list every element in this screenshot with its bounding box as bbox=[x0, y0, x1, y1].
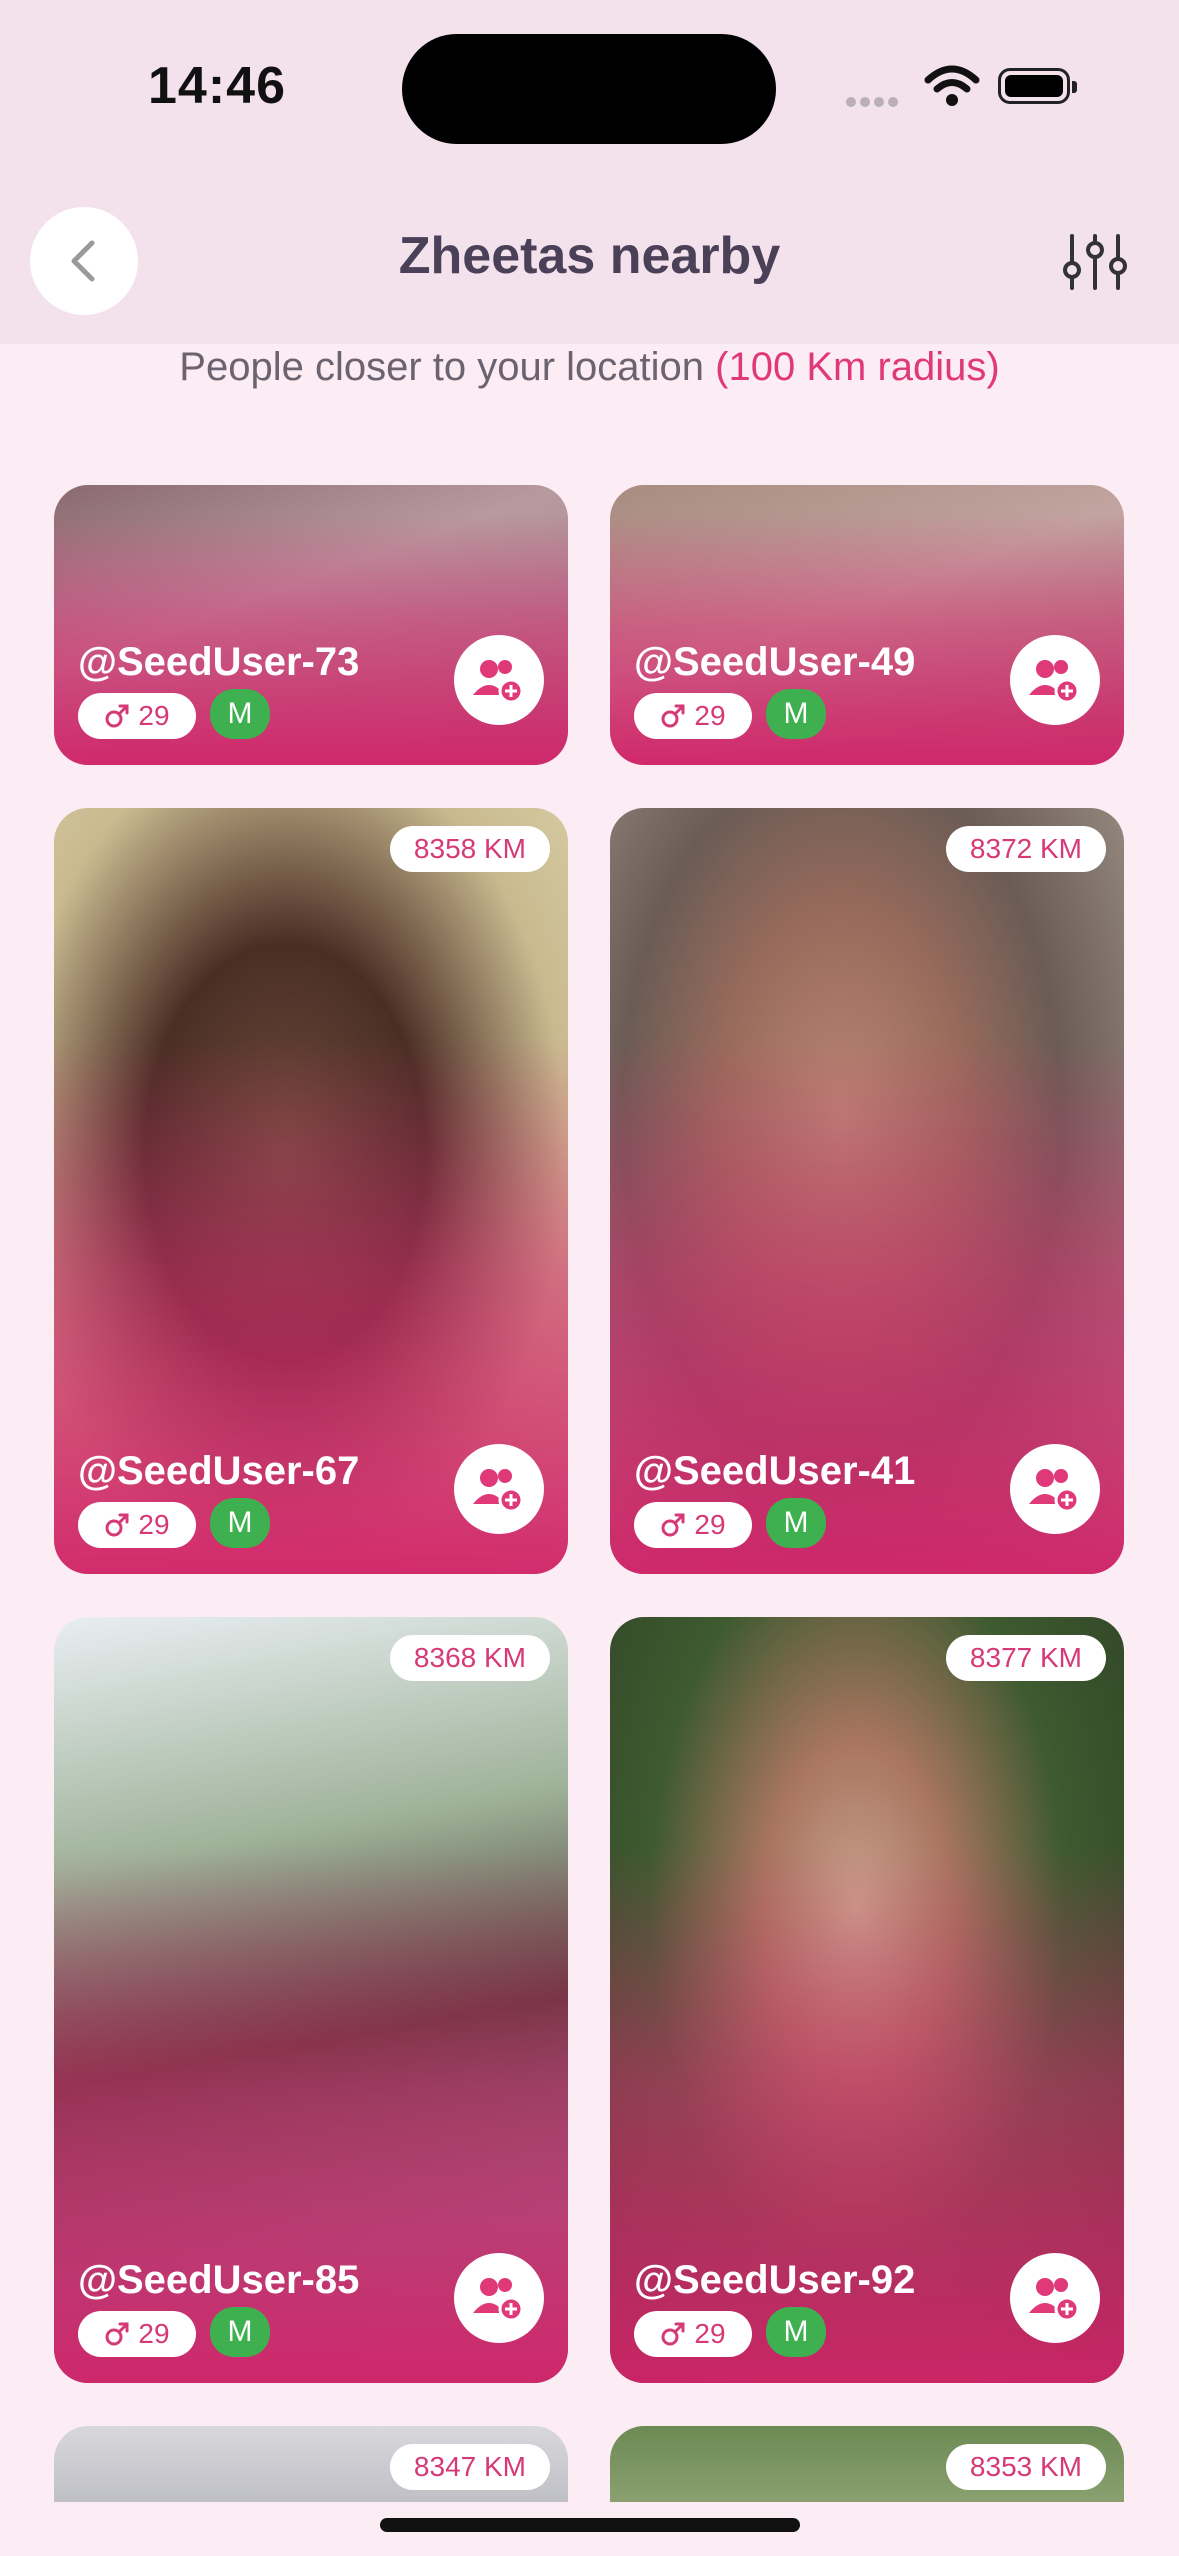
distance-badge: 8347 KM bbox=[389, 2444, 550, 2490]
username: @SeedUser-92 bbox=[634, 2258, 916, 2302]
add-friend-icon bbox=[1029, 2278, 1080, 2322]
distance-badge: 8368 KM bbox=[389, 1635, 550, 1681]
male-icon bbox=[661, 704, 685, 728]
page-title: Zheetas nearby bbox=[398, 227, 781, 285]
age-pill: 29 bbox=[634, 1502, 752, 1548]
gender-badge: M bbox=[210, 689, 270, 739]
username: @SeedUser-85 bbox=[78, 2258, 360, 2302]
age-pill: 29 bbox=[78, 2311, 196, 2357]
distance-badge: 8358 KM bbox=[389, 826, 550, 872]
add-friend-button[interactable] bbox=[454, 635, 544, 725]
age-value: 29 bbox=[694, 700, 726, 731]
add-friend-button[interactable] bbox=[454, 2253, 544, 2343]
battery-icon bbox=[998, 68, 1077, 104]
age-pill: 29 bbox=[78, 1502, 196, 1548]
age-value: 29 bbox=[138, 700, 170, 731]
add-friend-button[interactable] bbox=[1010, 1444, 1100, 1534]
username: @SeedUser-49 bbox=[634, 640, 916, 684]
add-friend-button[interactable] bbox=[1010, 635, 1100, 725]
user-card[interactable]: @SeedUser-49 29 M bbox=[610, 485, 1124, 765]
add-friend-icon bbox=[473, 2278, 524, 2322]
username: @SeedUser-67 bbox=[78, 1449, 360, 1493]
user-card[interactable]: @SeedUser-73 29 M bbox=[54, 485, 568, 765]
cellular-signal-icon bbox=[846, 94, 902, 112]
add-friend-icon bbox=[473, 1469, 524, 1513]
age-pill: 29 bbox=[78, 693, 196, 739]
user-card[interactable]: 8377 KM @SeedUser-92 29 M bbox=[610, 1617, 1124, 2383]
add-friend-icon bbox=[473, 660, 524, 704]
male-icon bbox=[105, 704, 129, 728]
add-friend-button[interactable] bbox=[1010, 2253, 1100, 2343]
location-subtitle: People closer to your location (100 Km r… bbox=[0, 345, 1179, 390]
male-icon bbox=[105, 1513, 129, 1537]
radius-text: (100 Km radius) bbox=[715, 345, 1000, 389]
user-card[interactable]: 8358 KM @SeedUser-67 29 M bbox=[54, 808, 568, 1574]
male-icon bbox=[661, 2322, 685, 2346]
gender-badge: M bbox=[766, 689, 826, 739]
top-bar: 14:46 Zheetas nearby bbox=[0, 0, 1179, 344]
age-value: 29 bbox=[694, 1509, 726, 1540]
add-friend-button[interactable] bbox=[454, 1444, 544, 1534]
subtitle-text: People closer to your location bbox=[179, 345, 705, 389]
home-indicator[interactable] bbox=[380, 2518, 800, 2532]
age-value: 29 bbox=[138, 1509, 170, 1540]
gender-badge: M bbox=[210, 1498, 270, 1548]
age-pill: 29 bbox=[634, 693, 752, 739]
male-icon bbox=[661, 1513, 685, 1537]
distance-badge: 8372 KM bbox=[945, 826, 1106, 872]
user-card[interactable]: 8368 KM @SeedUser-85 29 M bbox=[54, 1617, 568, 2383]
username: @SeedUser-41 bbox=[634, 1449, 916, 1493]
add-friend-icon bbox=[1029, 660, 1080, 704]
age-pill: 29 bbox=[634, 2311, 752, 2357]
filter-button[interactable] bbox=[1060, 232, 1130, 297]
username: @SeedUser-73 bbox=[78, 640, 360, 684]
male-icon bbox=[105, 2322, 129, 2346]
age-value: 29 bbox=[138, 2318, 170, 2349]
user-card[interactable]: 8372 KM @SeedUser-41 29 M bbox=[610, 808, 1124, 1574]
user-card[interactable]: 8353 KM bbox=[610, 2426, 1124, 2502]
gender-badge: M bbox=[210, 2307, 270, 2357]
distance-badge: 8377 KM bbox=[945, 1635, 1106, 1681]
age-value: 29 bbox=[694, 2318, 726, 2349]
distance-badge: 8353 KM bbox=[945, 2444, 1106, 2490]
status-time: 14:46 bbox=[148, 57, 286, 115]
wifi-icon bbox=[924, 64, 980, 113]
sliders-icon bbox=[1063, 234, 1127, 290]
gender-badge: M bbox=[766, 2307, 826, 2357]
gender-badge: M bbox=[766, 1498, 826, 1548]
add-friend-icon bbox=[1029, 1469, 1080, 1513]
user-card[interactable]: 8347 KM bbox=[54, 2426, 568, 2502]
dynamic-island bbox=[402, 34, 776, 144]
